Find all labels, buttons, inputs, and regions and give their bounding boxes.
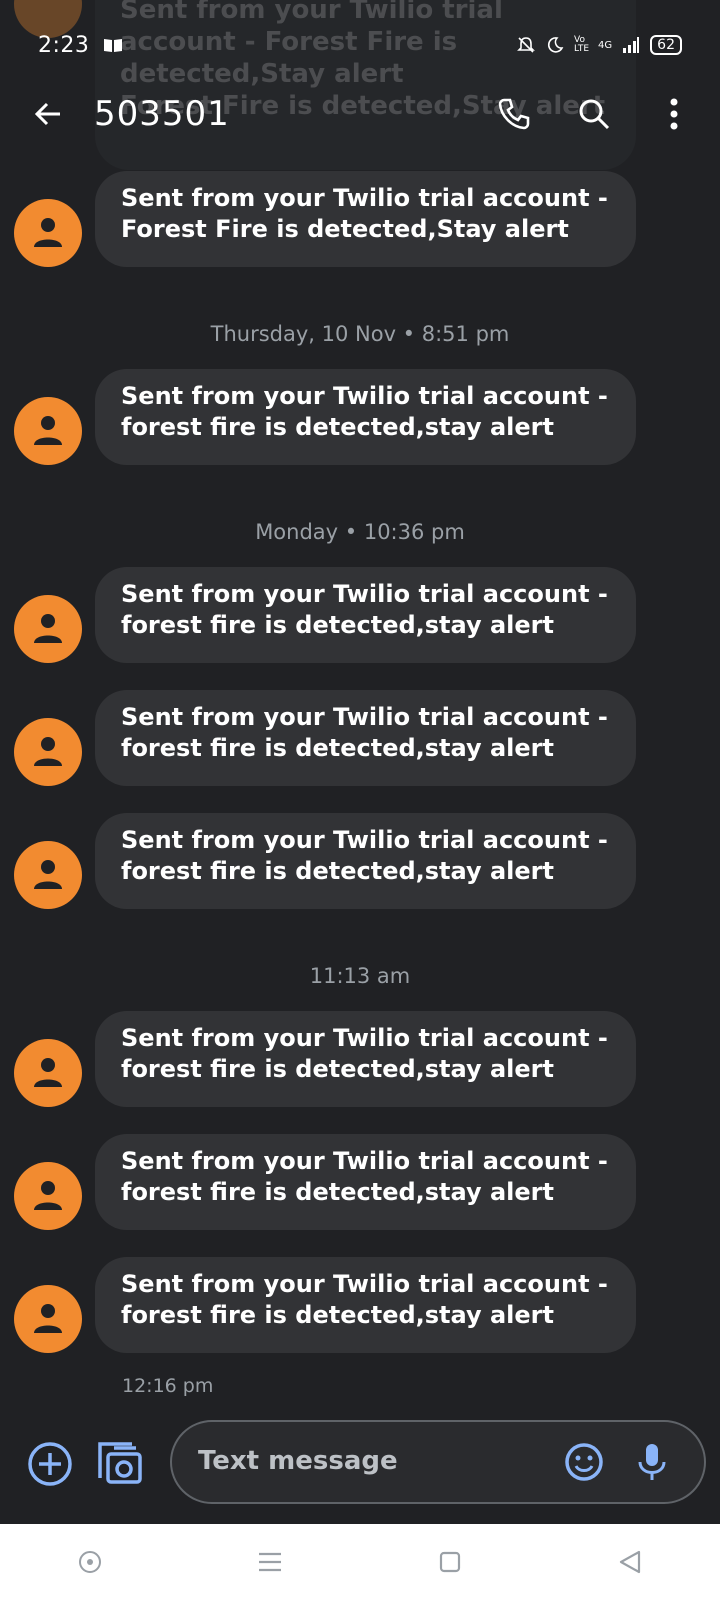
nav-home-button[interactable] (426, 1538, 474, 1586)
list-item[interactable]: Sent from your Twilio trial account - fo… (0, 1134, 720, 1230)
phone-icon (498, 98, 530, 130)
search-icon (579, 99, 610, 130)
list-item[interactable]: Sent from your Twilio trial account - fo… (0, 567, 720, 663)
list-item[interactable]: Sent from your Twilio trial account - fo… (0, 369, 720, 465)
compose-bar: Text message (0, 1420, 720, 1528)
person-icon (34, 416, 62, 445)
book-icon (104, 39, 123, 52)
microphone-icon[interactable] (632, 1440, 672, 1484)
target-icon (79, 1551, 101, 1573)
avatar[interactable] (14, 1162, 82, 1230)
list-item[interactable]: Sent from your Twilio trial account - fo… (0, 1011, 720, 1107)
avatar[interactable] (14, 595, 82, 663)
message-input-placeholder: Text message (198, 1446, 398, 1476)
arrow-left-icon (34, 102, 60, 126)
system-nav-bar (0, 1524, 720, 1600)
person-icon (34, 1058, 62, 1087)
more-vertical-icon (670, 98, 678, 130)
message-bubble[interactable]: Sent from your Twilio trial account - fo… (95, 1011, 636, 1107)
mute-notification-icon (517, 37, 535, 53)
avatar[interactable] (14, 1039, 82, 1107)
status-time: 2:23 (38, 32, 90, 58)
message-text: Sent from your Twilio trial account - fo… (121, 1147, 608, 1206)
message-list[interactable]: Sent from your Twilio trial account - Fo… (0, 0, 720, 1420)
message-text: Sent from your Twilio trial account - fo… (121, 1270, 608, 1329)
message-input[interactable]: Text message (170, 1420, 706, 1504)
message-text: Sent from your Twilio trial account - fo… (121, 1024, 608, 1083)
search-button[interactable] (564, 84, 624, 144)
avatar[interactable] (14, 199, 82, 267)
date-separator: Thursday, 10 Nov • 8:51 pm (210, 322, 510, 346)
more-options-button[interactable] (644, 84, 704, 144)
avatar[interactable] (14, 841, 82, 909)
avatar[interactable] (14, 718, 82, 786)
message-bubble[interactable]: Sent from your Twilio trial account - fo… (95, 1257, 636, 1353)
battery-indicator: 62 (650, 35, 682, 55)
emoji-icon[interactable] (564, 1442, 604, 1482)
list-item[interactable]: Sent from your Twilio trial account - fo… (0, 1257, 720, 1353)
person-icon (34, 860, 62, 889)
list-item[interactable]: Sent from your Twilio trial account - fo… (0, 690, 720, 786)
date-separator: 11:13 am (309, 964, 411, 988)
message-bubble[interactable]: Sent from your Twilio trial account - fo… (95, 369, 636, 465)
list-item[interactable]: Sent from your Twilio trial account - Fo… (0, 171, 720, 267)
volte-indicator: Vo LTE (574, 35, 590, 54)
message-text: Sent from your Twilio trial account - fo… (121, 580, 608, 639)
nav-assistant-button[interactable] (66, 1538, 114, 1586)
message-timestamp: 12:16 pm (122, 1375, 214, 1397)
message-text: Sent from your Twilio trial account - fo… (121, 382, 608, 441)
person-icon (34, 1181, 62, 1210)
avatar[interactable] (14, 1285, 82, 1353)
conversation-header: 503501 (0, 70, 720, 158)
person-icon (34, 218, 62, 247)
message-bubble[interactable]: Sent from your Twilio trial account - fo… (95, 1134, 636, 1230)
moon-icon (547, 37, 564, 53)
gallery-camera-button[interactable] (96, 1438, 144, 1486)
conversation-title: 503501 (94, 94, 230, 134)
status-icons: Vo LTE 4G 62 (516, 35, 682, 55)
message-bubble[interactable]: Sent from your Twilio trial account - fo… (95, 690, 636, 786)
triangle-back-icon (619, 1550, 641, 1574)
avatar[interactable] (14, 397, 82, 465)
nav-back-button[interactable] (606, 1538, 654, 1586)
square-icon (439, 1551, 461, 1573)
add-attachment-button[interactable] (26, 1440, 74, 1488)
signal-icon (623, 37, 640, 53)
message-text: Sent from your Twilio trial account - fo… (121, 826, 608, 885)
date-separator: Monday • 10:36 pm (255, 520, 465, 544)
network-type: 4G (598, 39, 613, 51)
call-button[interactable] (484, 84, 544, 144)
message-bubble[interactable]: Sent from your Twilio trial account - Fo… (95, 171, 636, 267)
person-icon (34, 1304, 62, 1333)
hamburger-icon (259, 1552, 281, 1572)
back-button[interactable] (18, 84, 78, 144)
message-text: Sent from your Twilio trial account - fo… (121, 703, 608, 762)
list-item[interactable]: Sent from your Twilio trial account - fo… (0, 813, 720, 909)
message-bubble[interactable]: Sent from your Twilio trial account - fo… (95, 567, 636, 663)
nav-menu-button[interactable] (246, 1538, 294, 1586)
person-icon (34, 737, 62, 766)
message-bubble[interactable]: Sent from your Twilio trial account - fo… (95, 813, 636, 909)
person-icon (34, 614, 62, 643)
message-text: Sent from your Twilio trial account - Fo… (121, 184, 608, 243)
